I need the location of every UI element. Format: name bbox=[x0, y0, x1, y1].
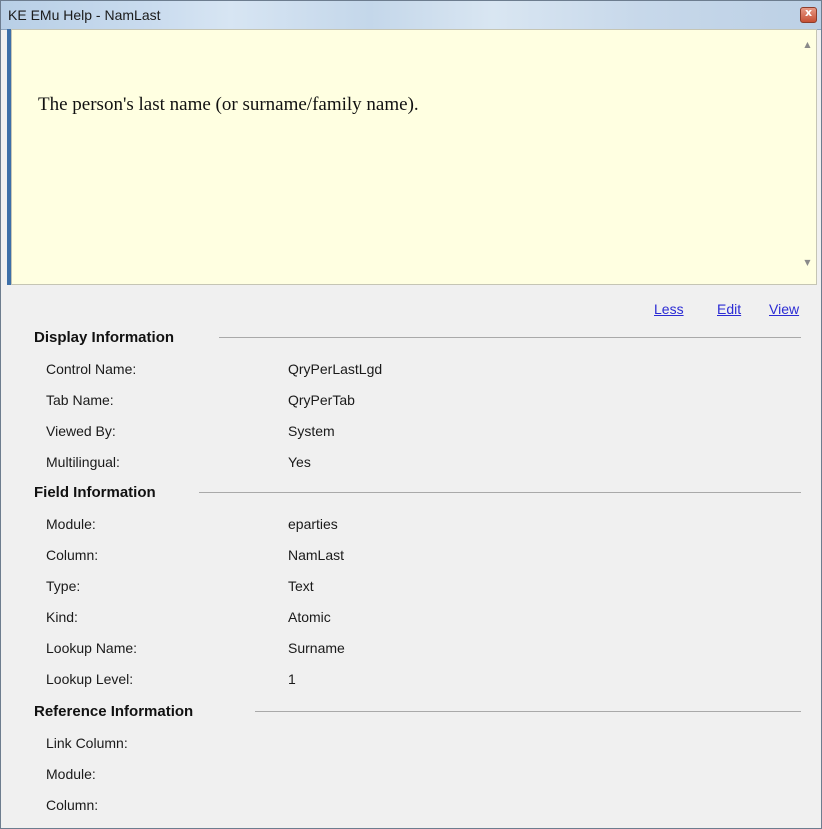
window-title: KE EMu Help - NamLast bbox=[8, 7, 161, 23]
field-label: Module: bbox=[46, 766, 96, 782]
section-divider bbox=[199, 492, 801, 493]
field-value: Surname bbox=[288, 640, 345, 656]
field-label: Control Name: bbox=[46, 361, 137, 377]
field-value: Atomic bbox=[288, 609, 331, 625]
view-link[interactable]: View bbox=[769, 301, 799, 317]
field-label: Module: bbox=[46, 516, 96, 532]
title-bar[interactable]: KE EMu Help - NamLast x bbox=[1, 1, 821, 30]
description-pane[interactable]: The person's last name (or surname/famil… bbox=[11, 29, 817, 285]
field-value: QryPerTab bbox=[288, 392, 355, 408]
field-label: Kind: bbox=[46, 609, 78, 625]
field-value: Yes bbox=[288, 454, 311, 470]
help-window: KE EMu Help - NamLast x The person's las… bbox=[0, 0, 822, 829]
field-value: Text bbox=[288, 578, 314, 594]
scroll-up-arrow-icon[interactable]: ▲ bbox=[799, 40, 816, 54]
field-label: Column: bbox=[46, 547, 99, 563]
section-header-reference: Reference Information bbox=[34, 703, 194, 720]
description-text: The person's last name (or surname/famil… bbox=[38, 94, 419, 115]
scroll-down-arrow-icon[interactable]: ▼ bbox=[799, 258, 816, 272]
field-label: Link Column: bbox=[46, 735, 128, 751]
close-icon: x bbox=[804, 6, 813, 19]
field-value: System bbox=[288, 423, 335, 439]
field-label: Column: bbox=[46, 797, 99, 813]
field-value: NamLast bbox=[288, 547, 345, 563]
section-divider bbox=[219, 337, 801, 338]
section-header-field: Field Information bbox=[34, 484, 156, 501]
description-scrollbar[interactable]: ▲ ▼ bbox=[799, 30, 816, 284]
field-label: Lookup Level: bbox=[46, 671, 134, 687]
field-value: QryPerLastLgd bbox=[288, 361, 383, 377]
field-label: Type: bbox=[46, 578, 81, 594]
field-value: eparties bbox=[288, 516, 338, 532]
section-divider bbox=[255, 711, 801, 712]
field-label: Multilingual: bbox=[46, 454, 120, 470]
field-label: Lookup Name: bbox=[46, 640, 138, 656]
field-label: Viewed By: bbox=[46, 423, 116, 439]
less-link[interactable]: Less bbox=[654, 301, 684, 317]
field-label: Tab Name: bbox=[46, 392, 114, 408]
field-value: 1 bbox=[288, 671, 296, 687]
edit-link[interactable]: Edit bbox=[717, 301, 741, 317]
section-header-display: Display Information bbox=[34, 329, 175, 346]
close-button[interactable]: x bbox=[800, 6, 817, 23]
